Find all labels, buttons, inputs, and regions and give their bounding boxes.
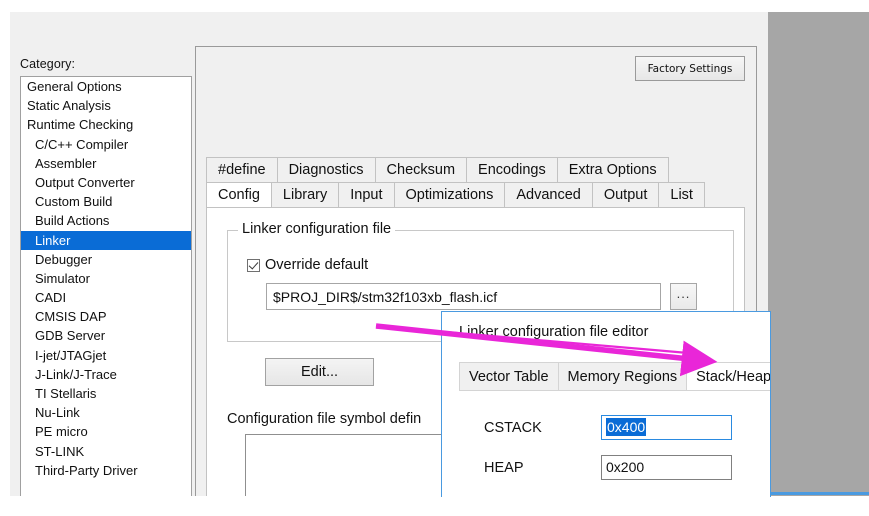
- edit-button[interactable]: Edit...: [265, 358, 374, 386]
- factory-settings-button[interactable]: Factory Settings: [635, 56, 745, 81]
- category-list[interactable]: General Options Static Analysis Runtime Ch…: [20, 76, 192, 496]
- tab-output[interactable]: Output: [591, 182, 660, 207]
- category-item[interactable]: TI Stellaris: [21, 384, 191, 403]
- editor-dialog-title: Linker configuration file editor: [459, 324, 649, 340]
- field-input-cstack[interactable]: 0x400: [601, 415, 732, 440]
- category-item[interactable]: Third-Party Driver: [21, 461, 191, 480]
- category-item[interactable]: Output Converter: [21, 173, 191, 192]
- tab-library[interactable]: Library: [270, 182, 340, 207]
- field-label-cstack: CSTACK: [484, 419, 542, 436]
- category-item[interactable]: Linker: [21, 230, 191, 250]
- field-row: HEAP 0x200: [484, 455, 732, 480]
- category-item[interactable]: CADI: [21, 288, 191, 307]
- linker-configuration-file-editor-dialog: Linker configuration file editor Vector …: [441, 311, 771, 497]
- tab-config[interactable]: Config: [206, 182, 272, 207]
- editor-tab-stack-heap-sizes[interactable]: Stack/Heap Sizes: [686, 362, 770, 390]
- field-value: 0x400: [606, 418, 647, 436]
- tab-strip-row-1[interactable]: #define Diagnostics Checksum Encodings Extra…: [206, 157, 669, 182]
- group-legend: Linker configuration file: [238, 221, 396, 237]
- editor-tab-vector-table[interactable]: Vector Table: [459, 362, 559, 390]
- category-item[interactable]: General Options: [21, 77, 191, 96]
- tab-define[interactable]: #define: [206, 157, 278, 182]
- category-item[interactable]: Build Actions: [21, 211, 191, 230]
- stack-heap-sizes-panel: CSTACK 0x400 HEAP 0x200: [459, 390, 770, 497]
- category-item[interactable]: Debugger: [21, 250, 191, 269]
- tab-encodings[interactable]: Encodings: [466, 157, 558, 182]
- symbol-definitions-label: Configuration file symbol defin: [227, 411, 422, 427]
- field-row: CSTACK 0x400: [484, 415, 732, 440]
- desktop-backdrop: [768, 12, 869, 496]
- category-item[interactable]: Runtime Checking: [21, 115, 191, 134]
- tab-optimizations[interactable]: Optimizations: [393, 182, 506, 207]
- override-default-row[interactable]: Override default: [247, 257, 368, 273]
- tab-list[interactable]: List: [658, 182, 705, 207]
- category-item[interactable]: PE micro: [21, 422, 191, 441]
- category-item[interactable]: Custom Build: [21, 192, 191, 211]
- tab-extra-options[interactable]: Extra Options: [556, 157, 669, 182]
- field-input-heap[interactable]: 0x200: [601, 455, 732, 480]
- window-bottom-accent: [768, 492, 869, 495]
- field-label-heap: HEAP: [484, 459, 524, 476]
- category-item[interactable]: C/C++ Compiler: [21, 135, 191, 154]
- screenshot-root: Category: General Options Static Analysis…: [0, 0, 869, 516]
- category-item[interactable]: Static Analysis: [21, 96, 191, 115]
- category-item[interactable]: ST-LINK: [21, 442, 191, 461]
- override-default-checkbox[interactable]: [247, 258, 260, 272]
- tab-strip-row-2[interactable]: Config Library Input Optimizations Advanced O…: [206, 182, 705, 207]
- category-item[interactable]: GDB Server: [21, 326, 191, 345]
- category-item[interactable]: I-jet/JTAGjet: [21, 346, 191, 365]
- tab-checksum[interactable]: Checksum: [374, 157, 468, 182]
- config-file-path-input[interactable]: [266, 283, 661, 310]
- tab-advanced[interactable]: Advanced: [504, 182, 593, 207]
- config-path-row: ...: [266, 283, 697, 310]
- category-label: Category:: [20, 57, 76, 71]
- override-default-label: Override default: [265, 257, 369, 273]
- browse-button[interactable]: ...: [670, 283, 697, 310]
- category-item[interactable]: Simulator: [21, 269, 191, 288]
- field-value: 0x200: [606, 459, 645, 475]
- editor-tab-memory-regions[interactable]: Memory Regions: [557, 362, 688, 390]
- category-item[interactable]: Assembler: [21, 154, 191, 173]
- tab-diagnostics[interactable]: Diagnostics: [276, 157, 376, 182]
- tab-input[interactable]: Input: [338, 182, 395, 207]
- category-item[interactable]: J-Link/J-Trace: [21, 365, 191, 384]
- editor-tab-strip[interactable]: Vector TableMemory RegionsStack/Heap Siz…: [459, 362, 770, 390]
- category-item[interactable]: Nu-Link: [21, 403, 191, 422]
- category-item[interactable]: CMSIS DAP: [21, 307, 191, 326]
